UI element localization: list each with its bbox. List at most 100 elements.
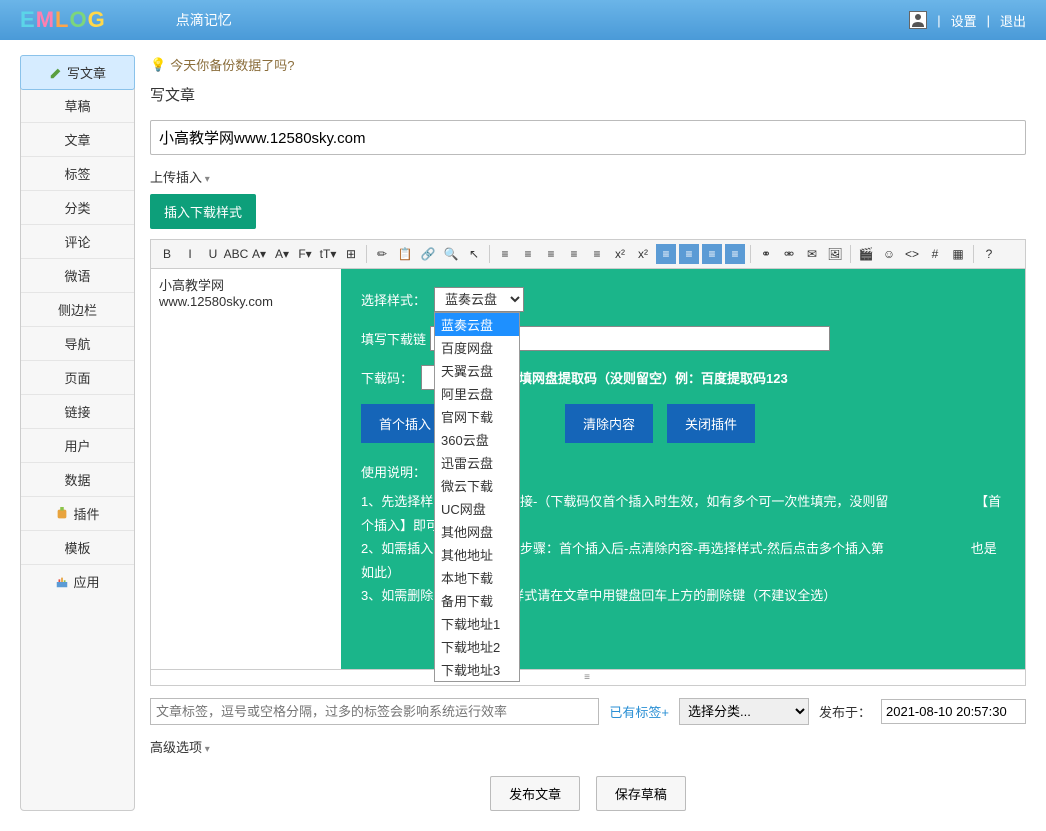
- align-center[interactable]: ≡: [679, 244, 699, 264]
- underline[interactable]: U: [203, 244, 223, 264]
- sidebar-item-data[interactable]: 数据: [21, 463, 134, 497]
- dropdown-option[interactable]: 下载地址3: [435, 658, 519, 681]
- code-hint: 填网盘提取码（没则留空）例：百度提取码123: [519, 368, 788, 387]
- sidebar-item-page[interactable]: 页面: [21, 361, 134, 395]
- fontsize[interactable]: tT▾: [318, 244, 338, 264]
- emoji-icon[interactable]: ☺: [879, 244, 899, 264]
- dropdown-option[interactable]: 下载地址2: [435, 635, 519, 658]
- code-icon[interactable]: <>: [902, 244, 922, 264]
- list-ul[interactable]: ≡: [518, 244, 538, 264]
- style-label: 选择样式：: [361, 290, 426, 309]
- publish-date-input[interactable]: [881, 699, 1026, 724]
- link-icon[interactable]: 🔗: [418, 244, 438, 264]
- sidebar-item-tag[interactable]: 标签: [21, 157, 134, 191]
- bulb-icon: 💡: [150, 57, 166, 73]
- divider: |: [987, 13, 990, 28]
- blockquote[interactable]: ≡: [587, 244, 607, 264]
- sidebar-item-link[interactable]: 链接: [21, 395, 134, 429]
- dropdown-option[interactable]: 百度网盘: [435, 336, 519, 359]
- link-insert[interactable]: ⚭: [756, 244, 776, 264]
- search-icon[interactable]: 🔍: [441, 244, 461, 264]
- dropdown-option[interactable]: UC网盘: [435, 497, 519, 520]
- sidebar-item-draft[interactable]: 草稿: [21, 89, 134, 123]
- advanced-options-toggle[interactable]: 高级选项: [150, 737, 1026, 756]
- tags-input[interactable]: [150, 698, 599, 725]
- image-icon[interactable]: 🖼: [825, 244, 845, 264]
- dropdown-option[interactable]: 下载地址1: [435, 612, 519, 635]
- outdent[interactable]: ≡: [541, 244, 561, 264]
- dropdown-option[interactable]: 微云下载: [435, 474, 519, 497]
- settings-link[interactable]: 设置: [951, 11, 977, 30]
- cursor-icon[interactable]: ↖: [464, 244, 484, 264]
- style-select[interactable]: 蓝奏云盘: [434, 287, 524, 312]
- insert-download-style-button[interactable]: 插入下载样式: [150, 194, 256, 229]
- pencil-icon: [49, 66, 63, 80]
- topbar-subtitle: 点滴记忆: [176, 10, 232, 30]
- align-left[interactable]: ≡: [656, 244, 676, 264]
- style-dropdown: 蓝奏云盘百度网盘天翼云盘阿里云盘官网下载360云盘迅雷云盘微云下载UC网盘其他网…: [434, 312, 520, 682]
- existing-tags-link[interactable]: 已有标签+: [609, 702, 669, 721]
- bold[interactable]: B: [157, 244, 177, 264]
- app-icon: [55, 575, 69, 589]
- superscript[interactable]: x²: [610, 244, 630, 264]
- sidebar-item-micro[interactable]: 微语: [21, 259, 134, 293]
- italic[interactable]: I: [180, 244, 200, 264]
- article-title-input[interactable]: [150, 120, 1026, 155]
- dropdown-option[interactable]: 天翼云盘: [435, 359, 519, 382]
- indent[interactable]: ≡: [564, 244, 584, 264]
- list-ol[interactable]: ≡: [495, 244, 515, 264]
- link-label: 填写下载链: [361, 329, 426, 348]
- sidebar-item-template[interactable]: 模板: [21, 531, 134, 565]
- backcolor[interactable]: A▾: [272, 244, 292, 264]
- dropdown-option[interactable]: 迅雷云盘: [435, 451, 519, 474]
- dropdown-option[interactable]: 官网下载: [435, 405, 519, 428]
- sidebar-item-plugin[interactable]: 插件: [21, 497, 134, 531]
- download-plugin-panel: 选择样式： 蓝奏云盘 蓝奏云盘百度网盘天翼云盘阿里云盘官网下载360云盘迅雷云盘…: [341, 269, 1025, 669]
- strikethrough[interactable]: ABC: [226, 244, 246, 264]
- clear-content-button[interactable]: 清除内容: [565, 404, 653, 443]
- video-icon[interactable]: 🎬: [856, 244, 876, 264]
- backup-tip[interactable]: 💡今天你备份数据了吗?: [150, 55, 1026, 74]
- dropdown-option[interactable]: 备用下载: [435, 589, 519, 612]
- dropdown-option[interactable]: 其他网盘: [435, 520, 519, 543]
- anchor-icon[interactable]: #: [925, 244, 945, 264]
- table-icon[interactable]: ⊞: [341, 244, 361, 264]
- sidebar-item-article[interactable]: 文章: [21, 123, 134, 157]
- align-right[interactable]: ≡: [702, 244, 722, 264]
- upload-insert-toggle[interactable]: 上传插入: [150, 167, 1026, 186]
- save-draft-button[interactable]: 保存草稿: [596, 776, 686, 811]
- dropdown-option[interactable]: 360云盘: [435, 428, 519, 451]
- avatar-icon[interactable]: [909, 11, 927, 29]
- subscript[interactable]: x²: [633, 244, 653, 264]
- align-justify[interactable]: ≡: [725, 244, 745, 264]
- sidebar-item-category[interactable]: 分类: [21, 191, 134, 225]
- grid-icon[interactable]: ▦: [948, 244, 968, 264]
- editor-resize-handle[interactable]: ≡: [150, 670, 1026, 686]
- sidebar-item-sidebar[interactable]: 侧边栏: [21, 293, 134, 327]
- help-icon[interactable]: ?: [979, 244, 999, 264]
- dropdown-option[interactable]: 本地下载: [435, 566, 519, 589]
- logo: EMLOG: [20, 7, 106, 33]
- publish-button[interactable]: 发布文章: [490, 776, 580, 811]
- sidebar-item-nav[interactable]: 导航: [21, 327, 134, 361]
- sidebar-item-user[interactable]: 用户: [21, 429, 134, 463]
- sidebar-item-write[interactable]: 写文章: [20, 55, 135, 90]
- sidebar-item-app[interactable]: 应用: [21, 565, 134, 598]
- sidebar: 写文章 草稿 文章 标签 分类 评论 微语 侧边栏 导航 页面 链接 用户 数据…: [20, 55, 135, 811]
- dropdown-option[interactable]: 阿里云盘: [435, 382, 519, 405]
- fontfamily[interactable]: F▾: [295, 244, 315, 264]
- sidebar-item-comment[interactable]: 评论: [21, 225, 134, 259]
- unlink[interactable]: ⚮: [779, 244, 799, 264]
- editor-content[interactable]: 小高教学网www.12580sky.com: [151, 269, 341, 669]
- category-select[interactable]: 选择分类...: [679, 698, 809, 725]
- close-plugin-button[interactable]: 关闭插件: [667, 404, 755, 443]
- dropdown-option[interactable]: 其他地址: [435, 543, 519, 566]
- forecolor[interactable]: A▾: [249, 244, 269, 264]
- paste-icon[interactable]: 📋: [395, 244, 415, 264]
- plugin-icon: [55, 507, 69, 521]
- code-label: 下载码：: [361, 368, 413, 387]
- pencil-icon[interactable]: ✏: [372, 244, 392, 264]
- logout-link[interactable]: 退出: [1000, 11, 1026, 30]
- dropdown-option[interactable]: 蓝奏云盘: [435, 313, 519, 336]
- mail-icon[interactable]: ✉: [802, 244, 822, 264]
